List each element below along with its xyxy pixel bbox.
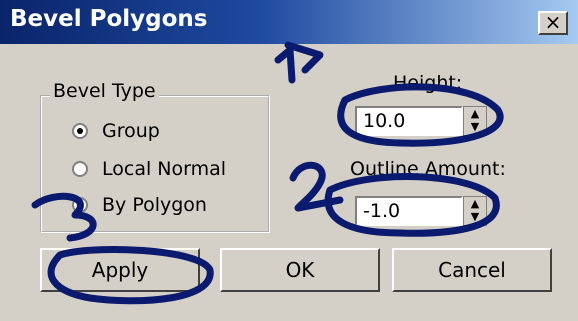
height-label: Height: [393,72,463,94]
bevel-polygons-dialog: Bevel Polygons × Bevel Type Group Local … [0,0,578,321]
radio-local-normal[interactable]: Local Normal [72,156,226,182]
bevel-type-label: Bevel Type [50,80,159,102]
spinner-arrows-icon[interactable]: ▲ ▼ [463,196,487,226]
ok-button[interactable]: OK [220,248,380,292]
close-button[interactable]: × [538,11,568,35]
cancel-button[interactable]: Cancel [392,248,552,292]
radio-label-by-polygon: By Polygon [102,194,207,216]
radio-button-group[interactable] [72,123,88,139]
title-bar: Bevel Polygons × [0,0,578,44]
outline-amount-input[interactable]: -1.0 [355,196,463,226]
window-title: Bevel Polygons [10,6,208,32]
outline-amount-label: Outline Amount: [350,158,506,180]
radio-label-group: Group [102,120,160,142]
radio-button-by-polygon[interactable] [72,197,88,213]
radio-group[interactable]: Group [72,118,160,144]
outline-amount-spinner[interactable]: -1.0 ▲ ▼ [355,196,487,226]
annotation-number-1 [274,46,296,84]
close-icon: × [544,10,562,34]
radio-label-local-normal: Local Normal [102,158,227,180]
height-spinner[interactable]: 10.0 ▲ ▼ [355,106,487,136]
radio-by-polygon[interactable]: By Polygon [72,192,207,218]
height-input[interactable]: 10.0 [355,106,463,136]
apply-button[interactable]: Apply [40,248,200,292]
annotation-number-2 [289,161,344,212]
spinner-arrows-icon[interactable]: ▲ ▼ [463,106,487,136]
radio-button-local-normal[interactable] [72,161,88,177]
